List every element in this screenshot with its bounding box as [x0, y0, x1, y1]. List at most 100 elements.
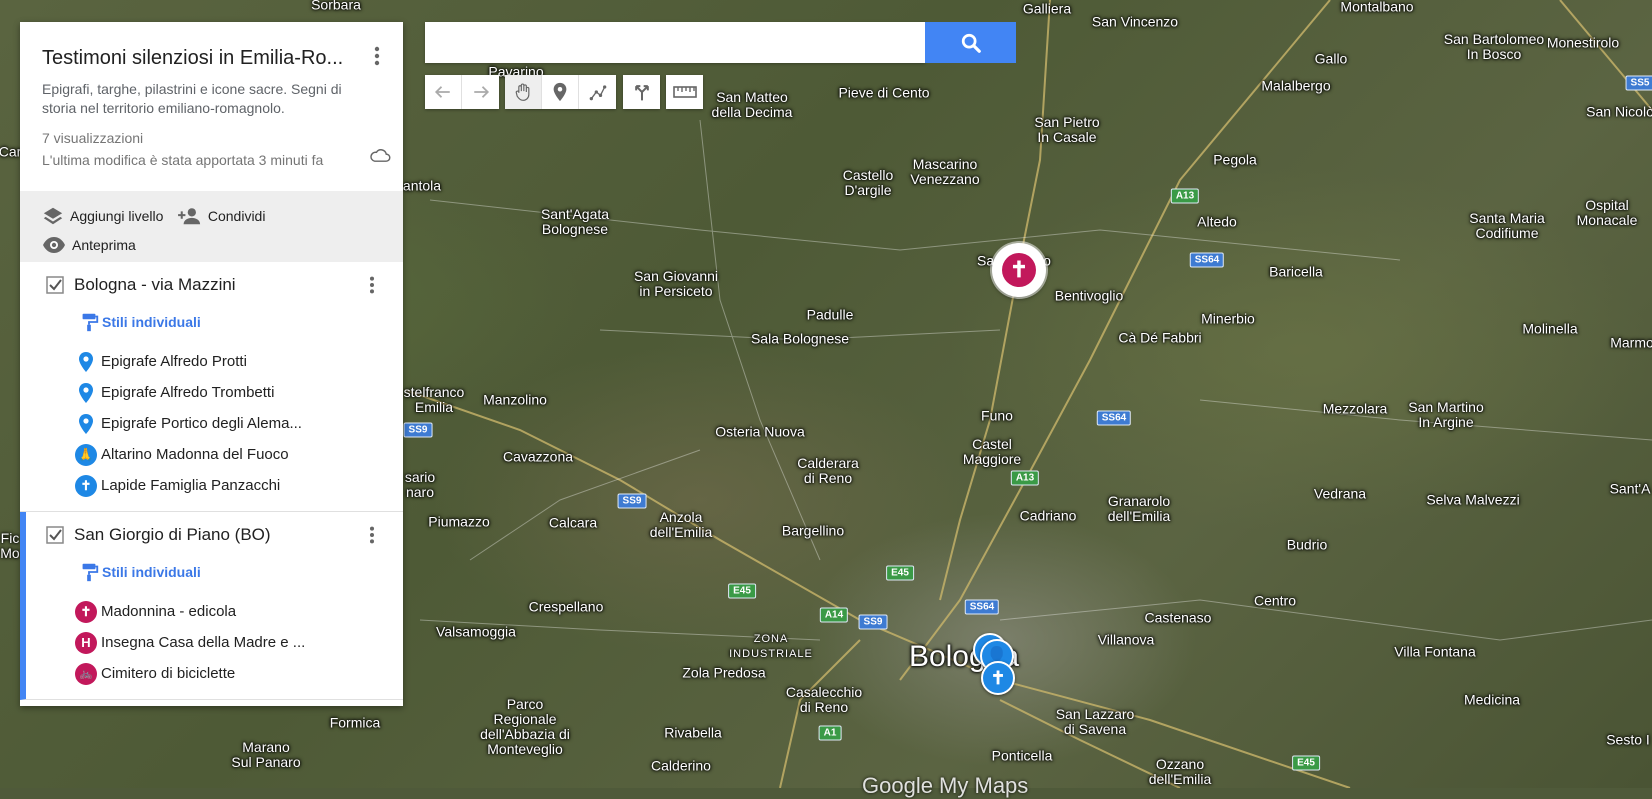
place-label: Sorbara — [311, 0, 361, 13]
place-label: Anzola dell'Emilia — [649, 509, 713, 540]
feature-item[interactable]: H Insegna Casa della Madre e ... — [26, 627, 403, 658]
undo-icon — [434, 86, 450, 98]
individual-styles-link[interactable]: Stili individuali — [20, 308, 403, 336]
place-label: Ospital Monacale — [1576, 197, 1638, 228]
checkbox-checked-icon[interactable] — [46, 276, 64, 294]
feature-item[interactable]: 🚲 Cimitero di biciclette — [26, 658, 403, 689]
more-vert-icon — [374, 46, 380, 66]
google-attribution: Google My Maps — [862, 773, 1029, 798]
redo-button[interactable] — [462, 75, 499, 109]
pin-icon — [74, 381, 98, 405]
undo-button[interactable] — [425, 75, 462, 109]
feature-item[interactable]: Epigrafe Portico degli Alema... — [20, 408, 403, 439]
feature-item[interactable]: Epigrafe Alfredo Protti — [20, 346, 403, 377]
panel-header: Testimoni silenziosi in Emilia-Ro... Epi… — [20, 22, 403, 191]
map-options-menu-button[interactable] — [365, 44, 389, 68]
directions-toolbar — [623, 75, 660, 109]
share-button[interactable]: Condividi — [177, 203, 266, 229]
feature-item[interactable]: Epigrafe Alfredo Trombetti — [20, 377, 403, 408]
place-label: San Matteo della Decima — [711, 89, 793, 120]
add-directions-button[interactable] — [623, 75, 660, 109]
bicycle-icon: 🚲 — [74, 662, 98, 686]
place-label: Cadriano — [1019, 507, 1077, 524]
place-label: Castello D'argile — [842, 167, 894, 198]
add-layer-label: Aggiungi livello — [70, 208, 164, 224]
layer-name[interactable]: Bologna - via Mazzini — [74, 275, 236, 295]
individual-styles-link[interactable]: Stili individuali — [26, 558, 403, 586]
place-label: San Martino In Argine — [1408, 399, 1484, 430]
checkbox-checked-icon[interactable] — [46, 526, 64, 544]
preview-label: Anteprima — [72, 237, 136, 253]
place-label: stelfranco Emilia — [403, 384, 465, 415]
place-label: Formica — [329, 714, 381, 731]
hand-icon — [515, 83, 530, 101]
feature-label: Insegna Casa della Madre e ... — [101, 634, 306, 651]
place-label: Gallo — [1314, 50, 1348, 67]
road-shield: SS64 — [1189, 252, 1225, 268]
selected-cross-marker[interactable]: ✝ — [992, 243, 1046, 297]
place-label: Pieve di Cento — [838, 84, 930, 101]
layer-header: San Giorgio di Piano (BO) — [26, 512, 403, 558]
pan-tool-button[interactable] — [505, 75, 542, 109]
place-label: Sala Bolognese — [750, 330, 850, 347]
search-icon — [961, 33, 981, 53]
place-label: Monestirolo — [1546, 34, 1620, 51]
place-label: Sant'A — [1609, 480, 1651, 497]
road-shield: A13 — [1170, 188, 1200, 204]
place-label: Funo — [981, 407, 1013, 424]
feature-label: Epigrafe Alfredo Protti — [101, 353, 247, 370]
cross-icon: ✝ — [990, 667, 1006, 688]
add-marker-button[interactable] — [542, 75, 579, 109]
share-label: Condividi — [207, 208, 266, 224]
place-label: ZONA INDUSTRIALE — [729, 633, 813, 660]
preview-button[interactable]: Anteprima — [42, 232, 136, 258]
feature-item[interactable]: ✝ Lapide Famiglia Panzacchi — [20, 470, 403, 501]
pin-icon — [74, 412, 98, 436]
feature-label: Cimitero di biciclette — [101, 665, 236, 682]
search-input[interactable] — [425, 22, 925, 63]
feature-list: Epigrafe Alfredo Protti Epigrafe Alfredo… — [20, 336, 403, 511]
place-label: Sant'Agata Bolognese — [540, 206, 610, 237]
layer-header: Bologna - via Mazzini — [20, 262, 403, 308]
road-shield: E45 — [728, 583, 756, 599]
eye-icon — [43, 237, 65, 253]
more-vert-icon[interactable] — [361, 524, 383, 546]
feature-item[interactable]: 🙏 Altarino Madonna del Fuoco — [20, 439, 403, 470]
map-description[interactable]: Epigrafi, targhe, pilastrini e icone sac… — [42, 80, 372, 118]
feature-item[interactable]: ✝ Madonnina - edicola — [26, 596, 403, 627]
map-title[interactable]: Testimoni silenziosi in Emilia-Ro... — [42, 46, 352, 70]
directions-icon — [634, 85, 649, 101]
map-marker-cross[interactable]: ✝ — [981, 661, 1015, 695]
more-vert-icon[interactable] — [361, 274, 383, 296]
road-shield: SS64 — [964, 599, 1000, 615]
place-label: Budrio — [1286, 536, 1328, 553]
add-layer-button[interactable]: Aggiungi livello — [42, 203, 163, 229]
feature-label: Altarino Madonna del Fuoco — [101, 446, 289, 463]
road-shield: A13 — [1010, 470, 1040, 486]
history-toolbar — [425, 75, 499, 109]
place-label: Calcara — [548, 514, 598, 531]
place-label: Santa Maria Codifiume — [1469, 210, 1545, 241]
place-label: Montalbano — [1340, 0, 1414, 15]
draw-line-button[interactable] — [579, 75, 616, 109]
measure-button[interactable] — [666, 75, 703, 109]
place-label: Villanova — [1097, 631, 1155, 648]
road-shield: SS9 — [617, 493, 647, 509]
layer-name[interactable]: San Giorgio di Piano (BO) — [74, 525, 271, 545]
h-icon: H — [74, 631, 98, 655]
place-label: Casalecchio di Reno — [785, 684, 863, 715]
search-button[interactable] — [925, 22, 1016, 63]
feature-label: Epigrafe Portico degli Alema... — [101, 415, 302, 432]
place-label: San Vincenzo — [1091, 13, 1179, 30]
ruler-icon — [672, 86, 697, 98]
last-edit-status: L'ultima modifica è stata apportata 3 mi… — [42, 152, 324, 168]
place-label: Altedo — [1197, 213, 1237, 230]
place-label: San Bartolomeo In Bosco — [1443, 31, 1545, 62]
road-shield: SS9 — [403, 422, 433, 438]
place-label: Bentivoglio — [1054, 287, 1124, 304]
road-shield: E45 — [1292, 755, 1320, 771]
place-label: antola — [402, 177, 442, 194]
place-label: Galliera — [1022, 0, 1072, 17]
place-label: Cà Dé Fabbri — [1118, 329, 1202, 346]
place-label: Manzolino — [483, 391, 547, 408]
